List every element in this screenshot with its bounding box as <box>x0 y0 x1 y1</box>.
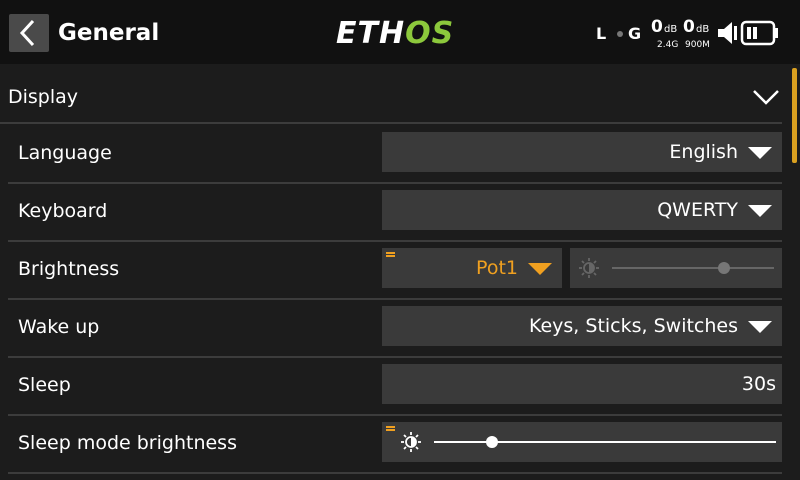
brightness-icon <box>401 432 421 452</box>
wakeup-value: Keys, Sticks, Switches <box>528 315 738 337</box>
row-keyboard: Keyboard QWERTY <box>8 182 782 242</box>
options-menu-icon[interactable] <box>386 426 395 433</box>
sleep-input[interactable]: 30s <box>382 364 782 404</box>
rssi-900-band: 900M <box>685 40 710 50</box>
link-dot-icon <box>617 31 623 37</box>
sleep-brightness-slider[interactable] <box>382 422 782 462</box>
brightness-label: Brightness <box>18 258 120 280</box>
row-sleep: Sleep 30s <box>8 356 782 416</box>
receiver-g-indicator: G <box>628 24 642 43</box>
section-display[interactable]: Display <box>0 70 782 124</box>
dropdown-arrow-icon <box>748 147 772 159</box>
chevron-down-icon <box>753 90 779 105</box>
brightness-source-select[interactable]: Pot1 <box>382 248 562 288</box>
row-language: Language English <box>8 124 782 184</box>
rssi-24-value: 0 <box>651 17 663 37</box>
brightness-source-value: Pot1 <box>476 257 518 279</box>
sleep-label: Sleep <box>18 374 71 396</box>
speaker-icon <box>718 22 737 44</box>
rssi-24-unit: dB <box>664 24 678 35</box>
brightness-slider[interactable] <box>570 248 782 288</box>
dropdown-arrow-icon <box>748 321 772 333</box>
dropdown-arrow-icon <box>528 263 552 275</box>
battery-icon <box>740 20 778 46</box>
wakeup-label: Wake up <box>18 316 100 338</box>
rssi-24-band: 2.4G <box>657 40 679 50</box>
keyboard-value: QWERTY <box>657 199 738 221</box>
ethos-logo: ETHOS <box>336 16 455 51</box>
rssi-900-unit: dB <box>696 24 710 35</box>
back-button[interactable] <box>9 14 49 52</box>
language-value: English <box>669 141 738 163</box>
options-menu-icon[interactable] <box>386 252 395 259</box>
language-select[interactable]: English <box>382 132 782 172</box>
row-wakeup: Wake up Keys, Sticks, Switches <box>8 298 782 358</box>
receiver-l-indicator: L <box>596 24 607 43</box>
slider-track <box>612 267 774 269</box>
sleep-brightness-label: Sleep mode brightness <box>18 432 237 454</box>
dropdown-arrow-icon <box>748 205 772 217</box>
wakeup-select[interactable]: Keys, Sticks, Switches <box>382 306 782 346</box>
chevron-left-icon <box>19 19 35 47</box>
section-label: Display <box>8 86 79 108</box>
sleep-value: 30s <box>741 373 776 395</box>
language-label: Language <box>18 142 112 164</box>
row-brightness: Brightness Pot1 <box>8 240 782 300</box>
row-sleep-brightness: Sleep mode brightness <box>8 414 782 474</box>
brightness-icon <box>579 258 599 278</box>
keyboard-label: Keyboard <box>18 200 108 222</box>
slider-knob[interactable] <box>717 262 730 274</box>
scrollbar[interactable] <box>792 68 797 163</box>
slider-knob[interactable] <box>486 436 499 448</box>
rssi-900-value: 0 <box>683 17 695 37</box>
page-title: General <box>58 20 160 46</box>
top-bar: General ETHOS L G 0 dB 2.4G 0 dB 900M <box>0 0 800 64</box>
keyboard-select[interactable]: QWERTY <box>382 190 782 230</box>
